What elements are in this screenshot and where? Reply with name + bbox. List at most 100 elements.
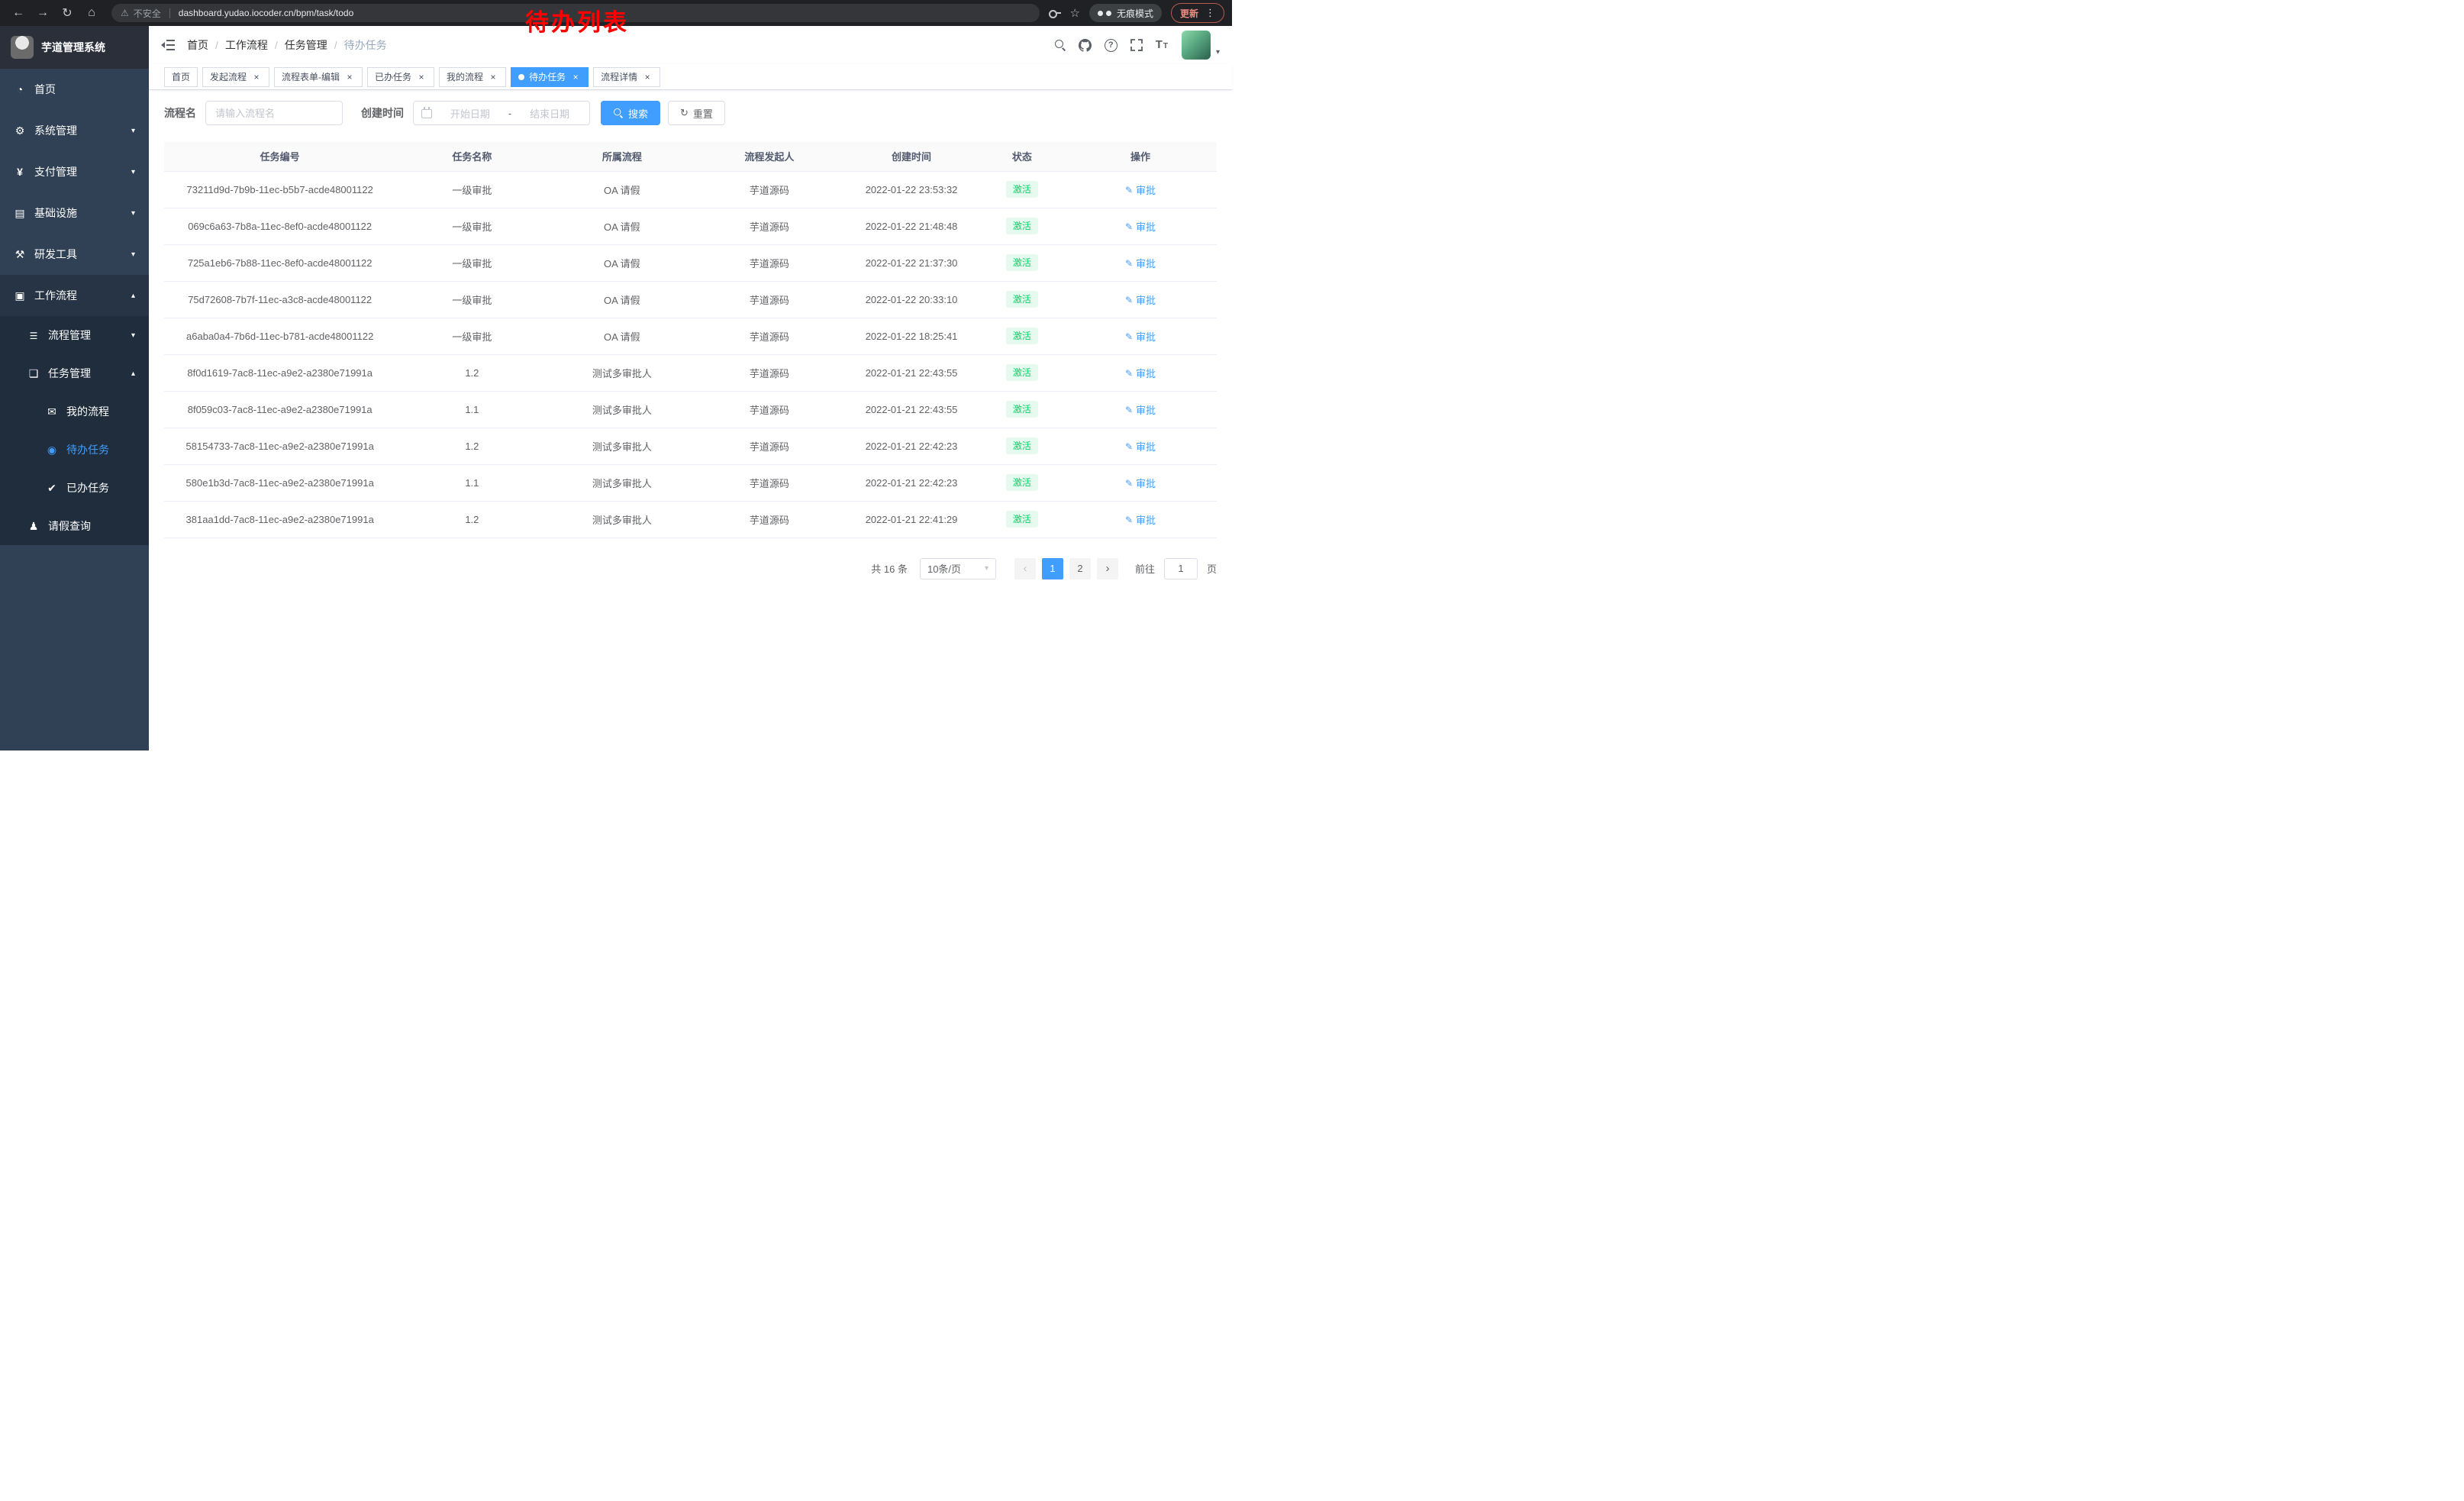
task-name-cell: 1.2 [395, 428, 548, 464]
start-date-input[interactable]: 开始日期 [438, 106, 502, 121]
table-row: 75d72608-7b7f-11ec-a3c8-acde48001122 一级审… [164, 281, 1217, 318]
breadcrumb-current: 待办任务 [344, 37, 387, 53]
approve-link[interactable]: 审批 [1125, 402, 1156, 417]
edit-icon [1125, 294, 1133, 305]
incognito-icon [1098, 9, 1111, 17]
table-row: 58154733-7ac8-11ec-a9e2-a2380e71991a 1.2… [164, 428, 1217, 464]
prev-page-button[interactable] [1014, 558, 1036, 579]
task-name-cell: 一级审批 [395, 244, 548, 281]
incognito-badge: 无痕模式 [1089, 4, 1162, 22]
gear-icon [14, 124, 26, 137]
approve-link[interactable]: 审批 [1125, 512, 1156, 527]
sidebar-item-infrastructure[interactable]: 基础设施 [0, 192, 149, 234]
sidebar-item-my-process[interactable]: 我的流程 [0, 392, 149, 431]
sidebar-item-todo-task[interactable]: 待办任务 [0, 431, 149, 469]
edit-icon [1125, 367, 1133, 379]
browser-back-icon[interactable]: ← [8, 2, 29, 24]
browser-menu-icon[interactable] [1205, 7, 1215, 19]
update-button[interactable]: 更新 [1171, 3, 1224, 23]
sidebar-item-workflow[interactable]: 工作流程 [0, 275, 149, 316]
breadcrumb-workflow[interactable]: 工作流程 [225, 37, 268, 53]
font-size-icon[interactable] [1156, 38, 1169, 52]
task-name-cell: 一级审批 [395, 281, 548, 318]
avatar[interactable] [1182, 31, 1211, 60]
close-icon[interactable] [642, 72, 653, 82]
tab-todo-task[interactable]: 待办任务 [511, 67, 589, 87]
page-size-select[interactable]: 10条/页 [920, 558, 996, 579]
process-name-input[interactable] [205, 101, 343, 125]
sidebar-item-done-task[interactable]: 已办任务 [0, 469, 149, 507]
end-date-input[interactable]: 结束日期 [518, 106, 582, 121]
close-icon[interactable] [416, 72, 427, 82]
sidebar-item-task-management[interactable]: 任务管理 [0, 354, 149, 392]
chevron-right-icon [1105, 562, 1109, 575]
tab-process-detail[interactable]: 流程详情 [593, 67, 660, 87]
close-icon[interactable] [251, 72, 262, 82]
close-icon[interactable] [570, 72, 581, 82]
action-cell: 审批 [1064, 464, 1217, 501]
approve-link[interactable]: 审批 [1125, 292, 1156, 307]
close-icon[interactable] [344, 72, 355, 82]
tab-start-process[interactable]: 发起流程 [202, 67, 269, 87]
col-status: 状态 [980, 142, 1064, 171]
sidebar-menu: 首页 系统管理 支付管理 基础设施 研发工具 [0, 69, 149, 750]
process-cell: OA 请假 [548, 171, 695, 208]
browser-reload-icon[interactable]: ↻ [56, 2, 78, 24]
task-id-cell: 8f059c03-7ac8-11ec-a9e2-a2380e71991a [164, 391, 395, 428]
approve-link[interactable]: 审批 [1125, 439, 1156, 454]
workflow-submenu: 流程管理 任务管理 我的流程 待办任务 已办 [0, 316, 149, 545]
breadcrumb-home[interactable]: 首页 [187, 37, 208, 53]
close-icon[interactable] [488, 72, 498, 82]
password-key-icon[interactable] [1049, 8, 1061, 18]
status-cell: 激活 [980, 171, 1064, 208]
breadcrumb-task-management[interactable]: 任务管理 [285, 37, 327, 53]
app-logo[interactable]: 芋道管理系统 [0, 26, 149, 69]
status-cell: 激活 [980, 391, 1064, 428]
search-icon[interactable] [1055, 40, 1066, 50]
task-icon [27, 367, 40, 380]
approve-link[interactable]: 审批 [1125, 366, 1156, 380]
edit-icon [1125, 257, 1133, 269]
help-icon[interactable] [1105, 39, 1118, 52]
goto-page-input[interactable] [1164, 558, 1198, 579]
sidebar-item-system[interactable]: 系统管理 [0, 110, 149, 151]
sidebar-item-process-management[interactable]: 流程管理 [0, 316, 149, 354]
approve-link[interactable]: 审批 [1125, 329, 1156, 344]
github-icon[interactable] [1079, 39, 1092, 52]
reset-button[interactable]: 重置 [668, 101, 725, 125]
action-cell: 审批 [1064, 208, 1217, 244]
tab-done-task[interactable]: 已办任务 [367, 67, 434, 87]
sidebar-item-payment[interactable]: 支付管理 [0, 151, 149, 192]
sidebar-item-leave-query[interactable]: 请假查询 [0, 507, 149, 545]
sidebar-fold-icon[interactable] [161, 39, 175, 51]
date-separator: - [508, 108, 511, 119]
browser-forward-icon[interactable]: → [32, 2, 53, 24]
date-range-picker[interactable]: 开始日期 - 结束日期 [413, 101, 590, 125]
created-cell: 2022-01-22 21:37:30 [843, 244, 979, 281]
search-button[interactable]: 搜索 [601, 101, 660, 125]
person-icon [27, 520, 40, 533]
my-process-icon [46, 405, 58, 418]
page-button-1[interactable]: 1 [1042, 558, 1063, 579]
avatar-caret-icon[interactable] [1216, 48, 1220, 56]
approve-link[interactable]: 审批 [1125, 219, 1156, 234]
fullscreen-icon[interactable] [1130, 39, 1143, 51]
page-button-2[interactable]: 2 [1069, 558, 1091, 579]
tab-my-process[interactable]: 我的流程 [439, 67, 506, 87]
approve-link[interactable]: 审批 [1125, 256, 1156, 270]
main-area: 首页 / 工作流程 / 任务管理 / 待办任务 [149, 26, 1232, 750]
col-action: 操作 [1064, 142, 1217, 171]
approve-link[interactable]: 审批 [1125, 476, 1156, 490]
task-id-cell: 75d72608-7b7f-11ec-a3c8-acde48001122 [164, 281, 395, 318]
browser-home-icon[interactable]: ⌂ [81, 2, 102, 24]
action-cell: 审批 [1064, 391, 1217, 428]
sidebar-item-devtools[interactable]: 研发工具 [0, 234, 149, 275]
bookmark-star-icon[interactable]: ☆ [1070, 6, 1080, 20]
tab-home[interactable]: 首页 [164, 67, 198, 87]
approve-link[interactable]: 审批 [1125, 182, 1156, 197]
security-label: 不安全 [134, 7, 161, 20]
next-page-button[interactable] [1097, 558, 1118, 579]
sidebar-item-home[interactable]: 首页 [0, 69, 149, 110]
tab-process-form-edit[interactable]: 流程表单-编辑 [274, 67, 363, 87]
status-cell: 激活 [980, 354, 1064, 391]
